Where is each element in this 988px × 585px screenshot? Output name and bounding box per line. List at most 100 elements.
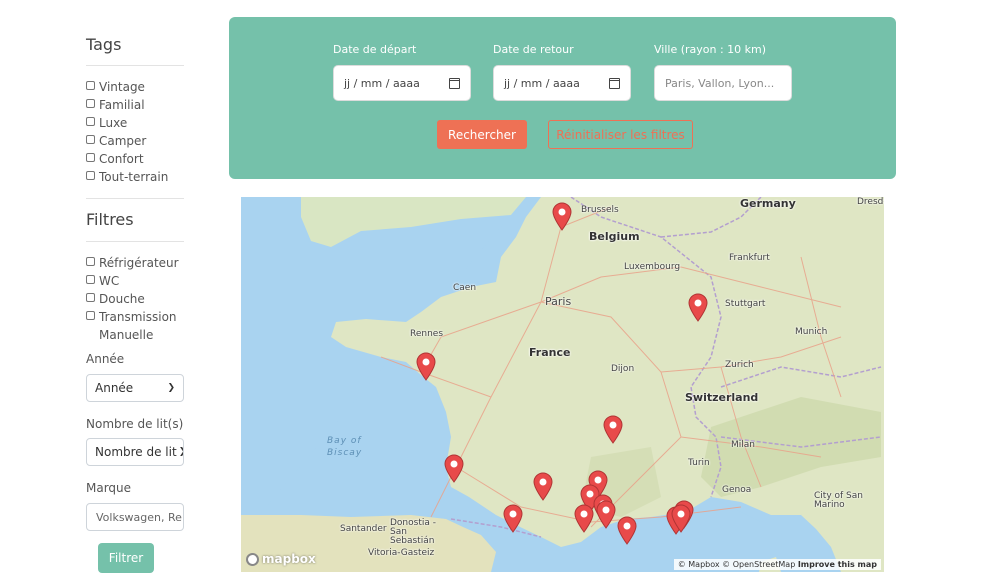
filter-checkbox-refrigerateur[interactable]: Réfrigérateur	[86, 254, 196, 272]
map-label-caen: Caen	[453, 283, 477, 293]
checkbox[interactable]	[86, 117, 95, 126]
map-label-vitoria: Vitoria-Gasteiz	[368, 548, 435, 558]
map-label-dijon: Dijon	[611, 364, 635, 374]
attribution-text[interactable]: © Mapbox © OpenStreetMap	[678, 560, 796, 569]
filter-label: WC	[99, 274, 120, 288]
tag-label: Familial	[99, 98, 145, 112]
map-label-milan: Milan	[731, 440, 755, 450]
map-marker-icon[interactable]	[443, 453, 465, 483]
tag-label: Camper	[99, 134, 147, 148]
map-marker-icon[interactable]	[602, 414, 624, 444]
map-marker-icon[interactable]	[670, 503, 692, 533]
divider	[86, 198, 184, 199]
map-marker-icon[interactable]	[595, 499, 617, 529]
map-label-frankfurt: Frankfurt	[729, 253, 770, 263]
beds-select[interactable]: Nombre de lit❯	[86, 438, 184, 466]
checkbox[interactable]	[86, 81, 95, 90]
year-label: Année	[86, 352, 125, 366]
checkbox[interactable]	[86, 293, 95, 302]
checkbox[interactable]	[86, 257, 95, 266]
chevron-down-icon: ❯	[179, 447, 183, 457]
map-label-paris: Paris	[545, 295, 572, 308]
tag-checkbox-familial[interactable]: Familial	[86, 96, 196, 114]
filters-title: Filtres	[86, 210, 134, 229]
map-marker-icon[interactable]	[532, 471, 554, 501]
map-marker-icon[interactable]	[616, 515, 638, 545]
filter-label: Réfrigérateur	[99, 256, 179, 270]
calendar-icon[interactable]	[449, 77, 460, 89]
checkbox[interactable]	[86, 99, 95, 108]
map-attribution[interactable]: © Mapbox © OpenStreetMap Improve this ma…	[673, 559, 881, 570]
tag-label: Tout-terrain	[99, 170, 169, 184]
map-label-bay-of-biscay: Bay of Biscay	[327, 436, 363, 458]
map-label-luxembourg: Luxembourg	[624, 262, 681, 272]
map-label-stuttgart: Stuttgart	[725, 299, 766, 309]
reset-filters-button[interactable]: Réinitialiser les filtres	[548, 120, 693, 149]
tag-label: Confort	[99, 152, 144, 166]
year-select-value: Année	[95, 381, 134, 395]
return-date-input[interactable]: jj / mm / aaaa	[493, 65, 631, 101]
departure-label: Date de départ	[333, 43, 417, 56]
filter-button[interactable]: Filtrer	[98, 543, 154, 573]
checkbox[interactable]	[86, 135, 95, 144]
map-marker-icon[interactable]	[687, 292, 709, 322]
city-input[interactable]: Paris, Vallon, Lyon...	[654, 65, 792, 101]
tag-label: Luxe	[99, 116, 128, 130]
map-label-brussels: Brussels	[581, 205, 619, 215]
calendar-icon[interactable]	[609, 77, 620, 89]
brand-input[interactable]: Volkswagen, Re	[86, 503, 184, 531]
map-label-rennes: Rennes	[410, 329, 444, 339]
chevron-down-icon: ❯	[167, 383, 175, 393]
map-label-donostia: Donostia - San Sebastián	[390, 518, 436, 546]
map[interactable]: Germany Belgium Luxembourg France Switze…	[241, 197, 884, 572]
checkbox[interactable]	[86, 275, 95, 284]
tag-checkbox-tout-terrain[interactable]: Tout-terrain	[86, 168, 196, 186]
return-date-value: jj / mm / aaaa	[504, 76, 580, 90]
filter-checkbox-transmission[interactable]: Transmission Manuelle	[86, 308, 181, 344]
tag-checkbox-confort[interactable]: Confort	[86, 150, 196, 168]
filter-checkbox-douche[interactable]: Douche	[86, 290, 196, 308]
search-button[interactable]: Rechercher	[437, 120, 527, 149]
map-label-france: France	[529, 346, 571, 359]
brand-label: Marque	[86, 481, 132, 495]
tag-label: Vintage	[99, 80, 145, 94]
map-label-turin: Turin	[688, 458, 710, 468]
divider	[86, 241, 184, 242]
departure-date-input[interactable]: jj / mm / aaaa	[333, 65, 471, 101]
checkbox[interactable]	[86, 171, 95, 180]
map-label-santander: Santander	[340, 524, 387, 534]
map-label-belgium: Belgium	[589, 230, 640, 243]
map-label-munich: Munich	[795, 327, 828, 337]
mapbox-logo[interactable]: mapbox	[246, 552, 316, 566]
departure-date-value: jj / mm / aaaa	[344, 76, 420, 90]
map-label-genoa: Genoa	[722, 485, 752, 495]
filter-checkbox-wc[interactable]: WC	[86, 272, 196, 290]
tag-checkbox-camper[interactable]: Camper	[86, 132, 196, 150]
tag-checkbox-vintage[interactable]: Vintage	[86, 78, 196, 96]
divider	[86, 65, 184, 66]
checkbox[interactable]	[86, 311, 95, 320]
year-select[interactable]: Année ❯	[86, 374, 184, 402]
checkbox[interactable]	[86, 153, 95, 162]
mapbox-logo-icon	[246, 552, 259, 566]
tag-checkbox-luxe[interactable]: Luxe	[86, 114, 196, 132]
map-label-dresden: Dresden	[857, 197, 884, 207]
map-marker-icon[interactable]	[502, 503, 524, 533]
filter-label: Douche	[99, 292, 145, 306]
map-marker-icon[interactable]	[551, 201, 573, 231]
filter-label: Transmission Manuelle	[99, 310, 177, 342]
improve-map-link[interactable]: Improve this map	[798, 560, 877, 569]
search-panel: Date de départ jj / mm / aaaa Date de re…	[229, 17, 896, 179]
map-label-san-marino: City of San Marino	[814, 491, 863, 510]
map-label-zurich: Zurich	[725, 360, 754, 370]
map-label-germany: Germany	[740, 197, 796, 210]
beds-label: Nombre de lit(s)	[86, 417, 184, 431]
map-marker-icon[interactable]	[573, 503, 595, 533]
mapbox-logo-text: mapbox	[262, 552, 316, 566]
city-label: Ville (rayon : 10 km)	[654, 43, 767, 56]
tags-title: Tags	[86, 35, 122, 54]
map-marker-icon[interactable]	[415, 351, 437, 381]
return-label: Date de retour	[493, 43, 574, 56]
map-background	[241, 197, 884, 572]
map-label-switzerland: Switzerland	[685, 391, 759, 404]
